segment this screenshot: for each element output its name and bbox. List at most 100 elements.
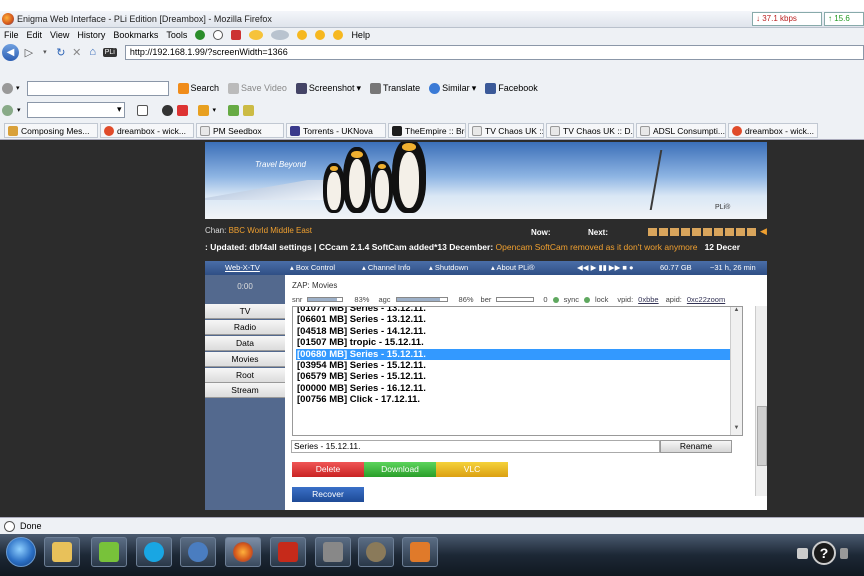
menu-view[interactable]: View (50, 30, 69, 40)
addon-gear-icon[interactable] (2, 104, 13, 116)
bookmark-item[interactable]: PM Seedbox (196, 123, 284, 138)
weather-sun-icon[interactable] (297, 29, 308, 40)
vlc-button[interactable]: VLC (436, 462, 508, 477)
toolbar-settings-icon[interactable] (2, 82, 13, 94)
bookmark-item[interactable]: Torrents - UKNova (286, 123, 386, 138)
chevron-down-icon[interactable]: ▾ (213, 106, 217, 114)
toolbar-search-input[interactable] (26, 80, 169, 96)
green-status-icon[interactable] (195, 29, 206, 40)
weather-sun-icon[interactable] (315, 29, 326, 40)
taskbar-skype[interactable] (136, 537, 172, 567)
recover-button[interactable]: Recover (292, 487, 364, 502)
nav-channel-info[interactable]: ▴ Channel Info (362, 263, 410, 272)
delete-button[interactable]: Delete (292, 462, 364, 477)
list-item[interactable]: [00756 MB] Click - 17.12.11. (296, 394, 732, 405)
clock-icon[interactable] (213, 29, 224, 40)
chevron-down-icon[interactable]: ▾ (16, 84, 20, 92)
menu-tools[interactable]: Tools (166, 30, 187, 40)
menu-bookmarks[interactable]: Bookmarks (113, 30, 158, 40)
taskbar-thunderbird[interactable] (180, 537, 216, 567)
list-item[interactable]: [03954 MB] Series - 15.12.11. (296, 360, 732, 371)
movie-list[interactable]: [01077 MB] Series - 13.12.11. [06601 MB]… (292, 306, 743, 436)
menu-history[interactable]: History (77, 30, 105, 40)
bookmark-item[interactable]: ADSL Consumpti... (636, 123, 726, 138)
left-nav-root[interactable]: Root (205, 368, 285, 383)
weather-cloud-icon[interactable] (271, 29, 290, 40)
vpid-link[interactable]: 0xbbe (638, 295, 658, 304)
nav-about[interactable]: ▴ About PLi® (491, 263, 535, 272)
list-item[interactable]: [01077 MB] Series - 13.12.11. (296, 307, 732, 314)
list-item[interactable]: [06601 MB] Series - 13.12.11. (296, 314, 732, 325)
tray-expand-icon[interactable] (840, 547, 848, 559)
page-scrollbar[interactable] (755, 306, 767, 496)
addon-people-icon[interactable] (161, 104, 173, 116)
reload-icon[interactable]: ↻ (55, 46, 67, 59)
list-item[interactable]: [00000 MB] Series - 16.12.11. (296, 383, 732, 394)
start-button[interactable] (6, 537, 36, 567)
weather-partly-cloudy-icon[interactable] (249, 29, 264, 40)
chevron-down-icon[interactable]: ▾ (17, 106, 21, 114)
forward-button[interactable]: ▷ (23, 46, 35, 59)
list-item[interactable]: [01507 MB] tropic - 15.12.11. (296, 337, 732, 348)
taskbar-gimp[interactable] (358, 537, 394, 567)
movie-name-input[interactable]: Series - 15.12.11. (291, 440, 660, 453)
list-scrollbar[interactable]: ▲ ▼ (730, 307, 742, 435)
webxtv-link[interactable]: Web-X-TV (225, 263, 260, 272)
highlighter-icon[interactable] (243, 104, 255, 116)
menu-help[interactable]: Help (351, 30, 370, 40)
volume-bar[interactable] (648, 228, 758, 236)
addon-folder-icon[interactable] (197, 104, 209, 116)
translate-button[interactable]: Translate (369, 82, 420, 94)
taskbar-filezilla[interactable] (270, 537, 306, 567)
back-button[interactable]: ◀ (2, 43, 19, 61)
taskbar-media[interactable] (315, 537, 351, 567)
menu-edit[interactable]: Edit (27, 30, 43, 40)
left-nav-data[interactable]: Data (205, 336, 285, 351)
bookmark-item[interactable]: TV Chaos UK :: ... (468, 123, 544, 138)
search-button[interactable]: Search (177, 82, 219, 94)
g-icon[interactable] (136, 104, 148, 116)
url-input[interactable]: http://192.168.1.99/?screenWidth=1366 (124, 44, 864, 60)
taskbar-app[interactable] (402, 537, 438, 567)
list-item[interactable]: [04518 MB] Series - 14.12.11. (296, 326, 732, 337)
rename-button[interactable]: Rename (660, 440, 732, 453)
weather-sun-icon[interactable] (333, 29, 344, 40)
nav-shutdown[interactable]: ▴ Shutdown (429, 263, 468, 272)
history-dropdown-icon[interactable]: ▾ (39, 48, 51, 56)
help-icon[interactable]: ? (812, 541, 836, 565)
menu-file[interactable]: File (4, 30, 19, 40)
calendar-icon[interactable] (231, 29, 242, 40)
nav-box-control[interactable]: ▴ Box Control (290, 263, 335, 272)
bookmark-item[interactable]: dreambox - wick... (728, 123, 818, 138)
bookmark-item[interactable]: TheEmpire :: Bro... (388, 123, 466, 138)
list-item[interactable]: [00680 MB] Series - 15.12.11. (296, 348, 732, 361)
facebook-button[interactable]: Facebook (485, 82, 538, 94)
scrollbar-thumb[interactable] (757, 406, 767, 466)
bookmark-item[interactable]: Composing Mes... (4, 123, 98, 138)
taskbar-firefox[interactable] (225, 537, 261, 567)
left-nav-stream[interactable]: Stream (205, 383, 285, 398)
stop-icon[interactable]: ✕ (71, 46, 83, 59)
left-nav-movies[interactable]: Movies (205, 352, 285, 367)
scroll-up-icon[interactable]: ▲ (731, 307, 742, 317)
bookmark-item[interactable]: dreambox - wick... (100, 123, 194, 138)
download-button[interactable]: Download (364, 462, 436, 477)
scroll-down-icon[interactable]: ▼ (731, 425, 742, 435)
addon-dropdown[interactable] (26, 102, 125, 118)
left-nav-radio[interactable]: Radio (205, 320, 285, 335)
left-nav-tv[interactable]: TV (205, 304, 285, 319)
pencil-icon[interactable] (228, 104, 240, 116)
screenshot-button[interactable]: Screenshot ▾ (295, 82, 361, 94)
gmail-icon[interactable] (176, 104, 188, 116)
taskbar-explorer[interactable] (44, 537, 80, 567)
tray-network-icon[interactable] (797, 547, 808, 559)
media-controls[interactable]: ◀◀ ▶ ▮▮ ▶▶ ■ ● (577, 263, 634, 272)
list-item[interactable]: [06579 MB] Series - 15.12.11. (296, 371, 732, 382)
similar-button[interactable]: Similar ▾ (429, 82, 476, 94)
taskbar-utorrent[interactable] (91, 537, 127, 567)
bookmark-item[interactable]: TV Chaos UK :: D... (546, 123, 634, 138)
speaker-icon[interactable]: ◀ (760, 226, 767, 237)
home-icon[interactable]: ⌂ (87, 46, 99, 58)
save-video-button[interactable]: Save Video (228, 82, 287, 94)
apid-link[interactable]: 0xc22zoom (687, 295, 725, 304)
